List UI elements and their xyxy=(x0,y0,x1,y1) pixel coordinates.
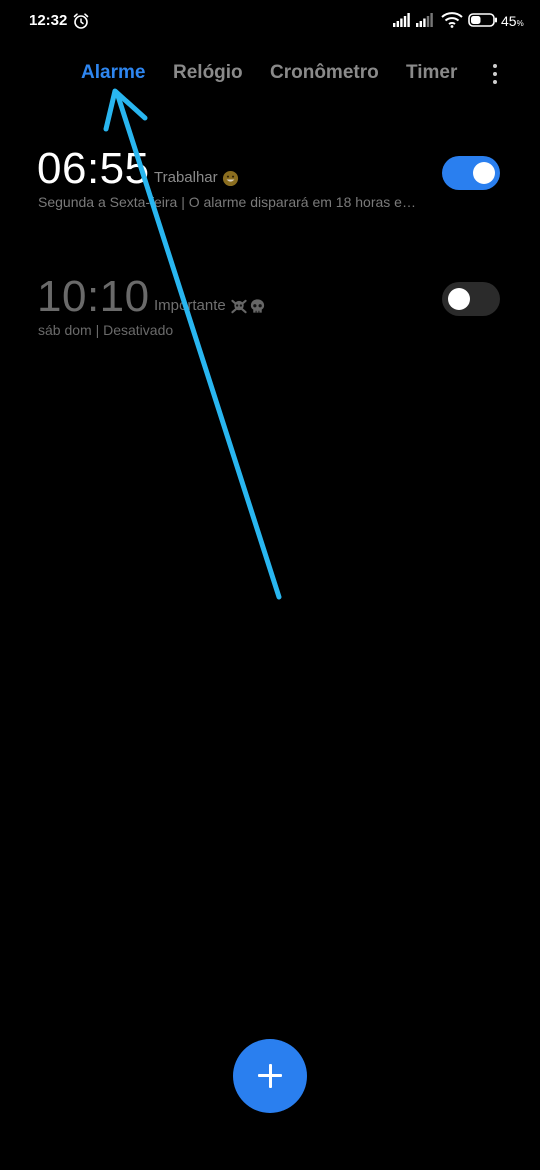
toggle-knob xyxy=(473,162,495,184)
alarm-item[interactable]: 06:55 Trabalhar Segunda a Sexta-feira | … xyxy=(0,140,540,220)
alarm-toggle[interactable] xyxy=(442,156,500,190)
battery-percent: 45% xyxy=(501,13,524,29)
alarm-time: 10:10 xyxy=(37,272,150,321)
vertical-dots-icon[interactable] xyxy=(487,60,503,88)
alarm-description: Segunda a Sexta-feira | O alarme dispara… xyxy=(38,194,416,210)
wifi-icon xyxy=(441,12,463,28)
alarm-toggle[interactable] xyxy=(442,282,500,316)
status-time: 12:32 xyxy=(29,12,68,29)
tab-bar: Alarme Relógio Cronômetro Timer xyxy=(0,60,540,90)
alarm-label: Importante xyxy=(154,297,266,315)
alarm-label: Trabalhar xyxy=(154,169,239,187)
skull-icon xyxy=(250,298,264,313)
add-alarm-button[interactable] xyxy=(233,1039,307,1113)
toggle-knob xyxy=(448,288,470,310)
grinning-face-icon xyxy=(222,170,238,186)
cell-signal-icon xyxy=(416,13,433,27)
cell-signal-icon xyxy=(393,13,410,27)
battery-icon xyxy=(468,13,497,27)
alarm-item[interactable]: 10:10 Importante sáb dom | Desativado xyxy=(0,268,540,348)
tab-relogio[interactable]: Relógio xyxy=(173,62,243,84)
skull-crossbones-icon xyxy=(231,299,247,313)
alarm-description: sáb dom | Desativado xyxy=(38,322,174,338)
tab-cronometro[interactable]: Cronômetro xyxy=(270,62,379,84)
status-bar: 12:32 45% xyxy=(0,0,540,40)
alarm-clock-icon xyxy=(73,13,89,29)
tab-timer[interactable]: Timer xyxy=(406,62,457,84)
alarm-time: 06:55 xyxy=(37,144,150,193)
tab-alarme[interactable]: Alarme xyxy=(81,62,145,84)
